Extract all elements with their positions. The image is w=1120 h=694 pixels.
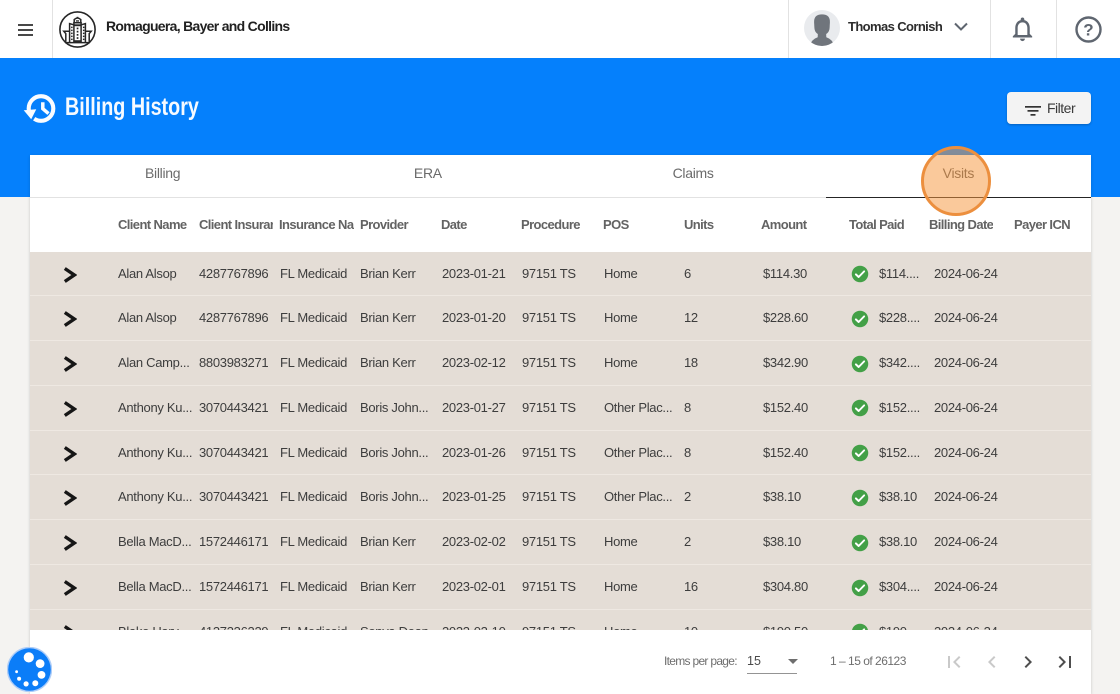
svg-text:?: ? <box>1083 21 1093 40</box>
